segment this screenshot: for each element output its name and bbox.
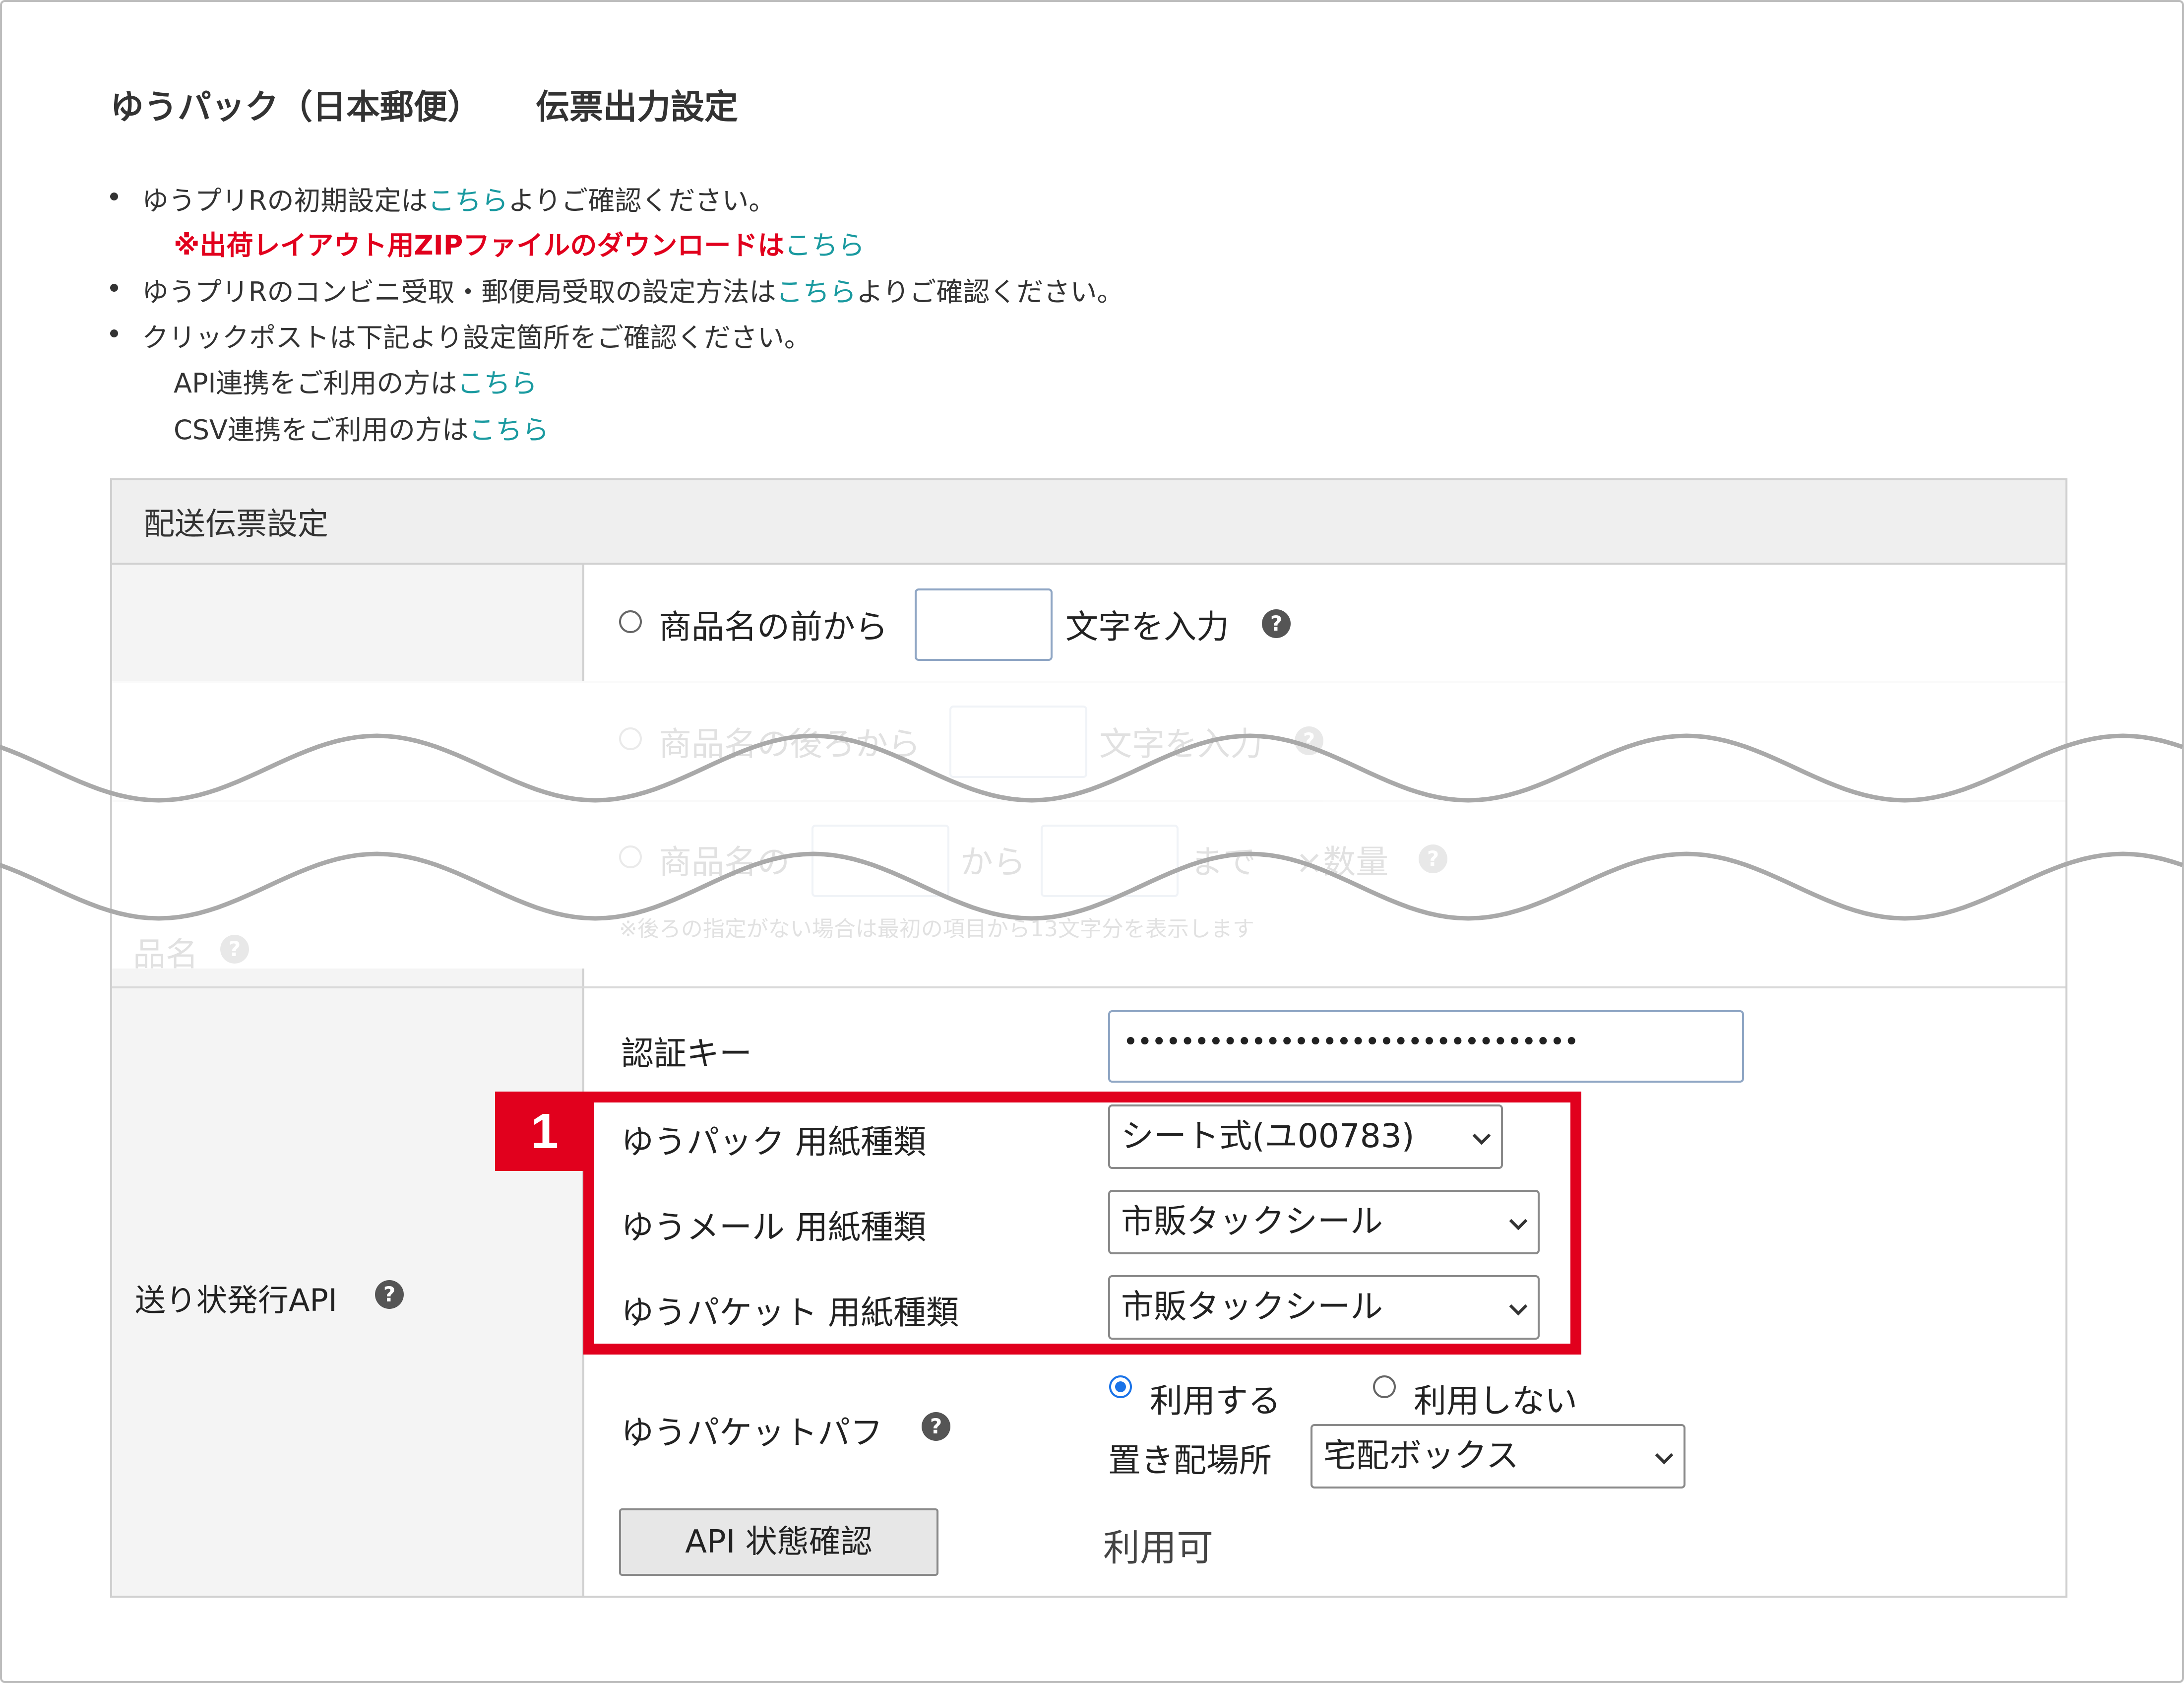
api-row-label: 送り状発行API <box>135 1282 338 1318</box>
puff-use-radio[interactable] <box>1109 1375 1132 1398</box>
puff-not-use-radio[interactable] <box>1373 1375 1396 1398</box>
yupacket-puff-label: ゆうパケットパフ <box>621 1414 883 1452</box>
auth-key-value: •••••••••••••••••••••••••••••••• <box>1123 1027 1579 1057</box>
puff-use-label: 利用する <box>1150 1382 1281 1420</box>
api-status-check-button[interactable]: API 状態確認 <box>619 1508 938 1576</box>
placement-label: 置き配場所 <box>1108 1441 1272 1480</box>
wavy-cut-lines <box>0 733 2184 921</box>
api-status-value: 利用可 <box>1103 1527 1213 1569</box>
highlight-box <box>583 1092 1581 1355</box>
placement-select[interactable]: 宅配ボックス <box>1310 1424 1685 1489</box>
row-divider <box>112 986 2065 988</box>
auth-key-label: 認証キー <box>621 1035 752 1073</box>
chevron-down-icon <box>1655 1446 1674 1465</box>
puff-not-use-label: 利用しない <box>1414 1382 1577 1420</box>
auth-key-input[interactable]: •••••••••••••••••••••••••••••••• <box>1108 1010 1744 1083</box>
step-badge: 1 <box>495 1092 594 1171</box>
help-icon[interactable]: ? <box>375 1280 404 1309</box>
help-icon[interactable]: ? <box>922 1412 950 1441</box>
